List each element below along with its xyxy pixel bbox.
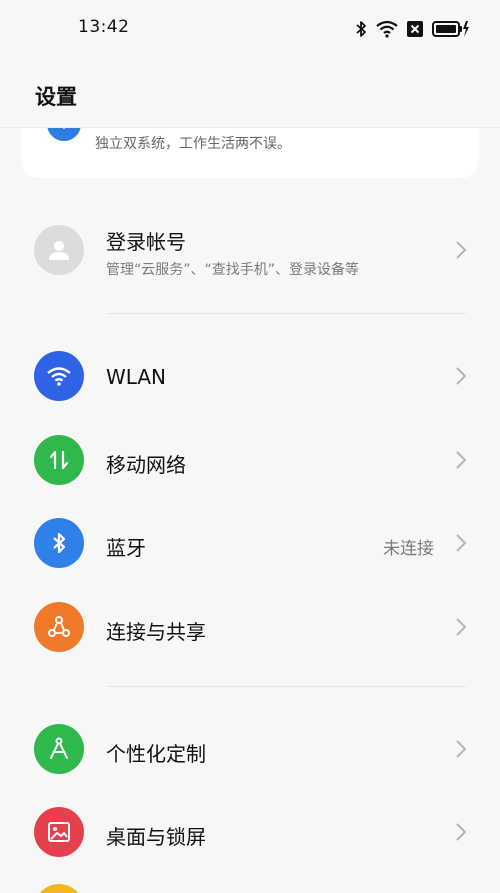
bluetooth-label: 蓝牙 [106, 536, 146, 560]
mobile-network-label: 移动网络 [106, 453, 186, 477]
chevron-right-icon [456, 618, 467, 636]
bluetooth-icon [34, 518, 84, 568]
sim-off-icon [407, 21, 423, 37]
section-divider [106, 313, 466, 314]
personalization-label: 个性化定制 [106, 742, 206, 766]
settings-screen: 13:42 设置 独立双系统，工作生活两不误。 登录帐号 管理“云服务”、“查找… [0, 0, 500, 893]
connect-share-label: 连接与共享 [106, 620, 206, 644]
wlan-row[interactable]: WLAN [0, 334, 500, 418]
bluetooth-row[interactable]: 蓝牙 未连接 [0, 501, 500, 585]
chevron-right-icon [456, 367, 467, 385]
chevron-right-icon [456, 534, 467, 552]
status-icons [355, 18, 470, 40]
page-header: 设置 [0, 58, 500, 128]
wifi-icon [34, 351, 84, 401]
section-divider [106, 686, 466, 687]
chevron-right-icon [456, 823, 467, 841]
status-bar: 13:42 [0, 0, 500, 58]
page-title: 设置 [35, 85, 77, 109]
wifi-icon [376, 20, 398, 38]
chevron-right-icon [456, 241, 467, 259]
share-icon [34, 602, 84, 652]
personalization-row[interactable]: 个性化定制 [0, 707, 500, 791]
connect-share-row[interactable]: 连接与共享 [0, 585, 500, 669]
chevron-right-icon [456, 740, 467, 758]
desktop-lockscreen-row[interactable]: 桌面与锁屏 [0, 790, 500, 874]
compass-icon [34, 724, 84, 774]
desktop-lockscreen-label: 桌面与锁屏 [106, 825, 206, 849]
next-setting-icon [34, 884, 84, 893]
account-subtitle: 管理“云服务”、“查找手机”、登录设备等 [106, 262, 360, 278]
chevron-right-icon [456, 451, 467, 469]
dual-system-text: 独立双系统，工作生活两不误。 [95, 136, 291, 152]
mobile-data-icon [34, 435, 84, 485]
person-avatar-icon [34, 225, 84, 275]
bluetooth-icon [355, 20, 367, 38]
account-row[interactable]: 登录帐号 管理“云服务”、“查找手机”、登录设备等 [0, 208, 500, 292]
picture-icon [34, 807, 84, 857]
bluetooth-status: 未连接 [383, 539, 434, 559]
account-title: 登录帐号 [106, 230, 186, 254]
mobile-network-row[interactable]: 移动网络 [0, 418, 500, 502]
status-time: 13:42 [78, 17, 130, 37]
wlan-label: WLAN [106, 365, 167, 389]
battery-charging-icon [432, 20, 470, 38]
